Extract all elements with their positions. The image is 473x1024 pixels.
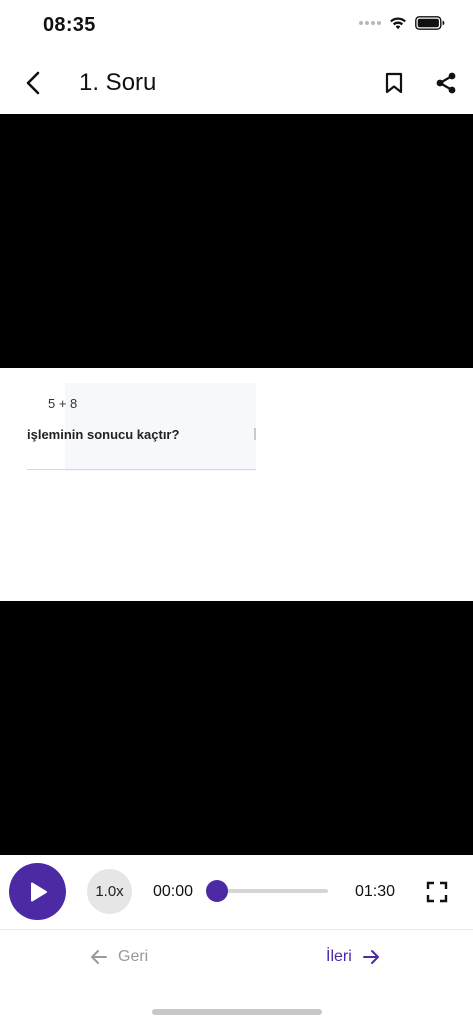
header: 1. Soru (0, 54, 473, 114)
play-icon (30, 882, 47, 901)
back-arrow-icon (26, 71, 40, 95)
prev-label: Geri (118, 948, 149, 965)
video-frame: 5 + 8 işleminin sonucu kaçtır? (0, 368, 473, 601)
text-cursor-mark (254, 428, 256, 440)
playback-speed-button[interactable]: 1.0x (87, 869, 132, 914)
fullscreen-icon[interactable] (426, 881, 448, 903)
total-time: 01:30 (355, 883, 396, 900)
question-text: işleminin sonucu kaçtır? (27, 427, 180, 442)
wifi-icon (390, 17, 406, 30)
question-divider (27, 469, 256, 470)
battery-icon (415, 16, 445, 30)
progress-track[interactable] (206, 880, 328, 902)
prev-button[interactable]: Geri (90, 944, 148, 970)
current-time: 00:00 (153, 883, 194, 900)
bookmark-icon (385, 72, 403, 94)
progress-thumb[interactable] (206, 880, 228, 902)
share-button[interactable] (431, 68, 461, 98)
arrow-left-icon (91, 950, 107, 964)
video-player[interactable]: 5 + 8 işleminin sonucu kaçtır? (0, 114, 473, 855)
signal-icon (359, 21, 381, 25)
arrow-right-icon (362, 950, 379, 964)
status-icons (359, 16, 445, 30)
share-icon (436, 72, 456, 94)
next-label: İleri (326, 948, 352, 965)
status-bar: 08:35 (0, 0, 473, 54)
player-controls: 1.0x 00:00 01:30 (0, 855, 473, 929)
back-button[interactable] (18, 68, 48, 98)
play-button[interactable] (9, 863, 66, 920)
home-indicator (152, 1009, 322, 1015)
question-expression: 5 + 8 (48, 396, 78, 411)
page-title: 1. Soru (79, 69, 157, 96)
next-button[interactable]: İleri (326, 944, 380, 970)
bookmark-button[interactable] (380, 68, 408, 98)
status-time: 08:35 (43, 14, 96, 36)
controls-divider (0, 929, 473, 930)
question-card: 5 + 8 işleminin sonucu kaçtır? (27, 383, 256, 471)
